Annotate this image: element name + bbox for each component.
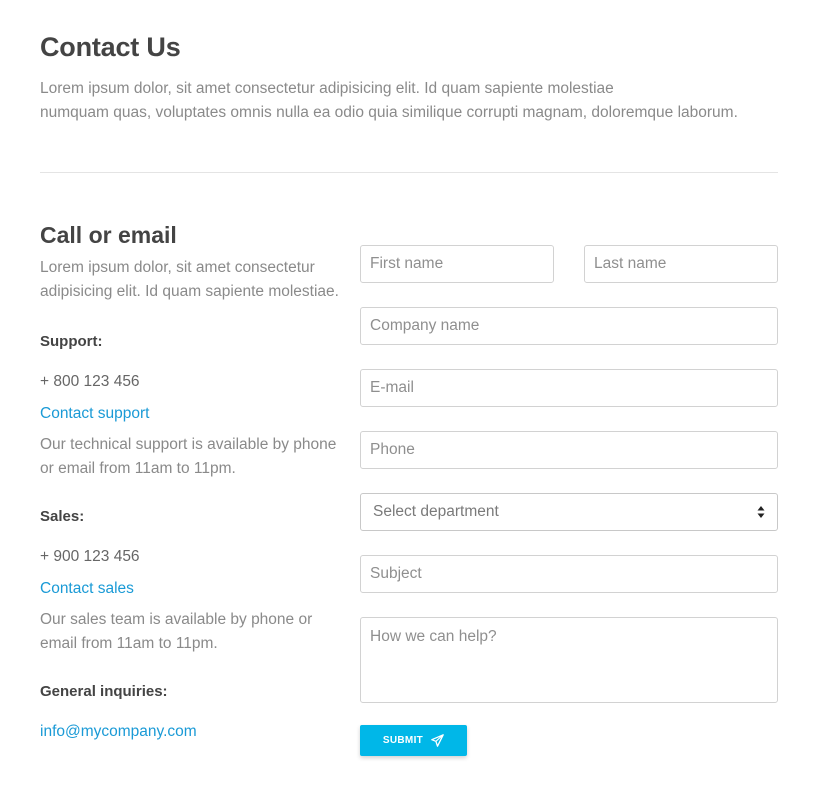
department-select-value: Select department	[373, 503, 499, 520]
company-name-input[interactable]	[360, 307, 778, 345]
department-select[interactable]: Select department	[360, 493, 778, 531]
submit-label: SUBMIT	[382, 735, 424, 746]
name-row	[360, 245, 778, 283]
support-note: Our technical support is available by ph…	[40, 436, 337, 477]
first-name-input[interactable]	[360, 245, 554, 283]
section-divider	[40, 172, 778, 173]
select-arrows-icon	[757, 506, 765, 518]
page-intro: Lorem ipsum dolor, sit amet consectetur …	[40, 77, 780, 125]
paper-plane-icon	[431, 734, 444, 747]
sales-label: Sales:	[40, 508, 85, 525]
sales-phone: + 900 123 456	[40, 548, 140, 565]
page-title: Contact Us	[40, 32, 181, 62]
subject-input[interactable]	[360, 555, 778, 593]
contact-sales-link[interactable]: Contact sales	[40, 578, 134, 600]
last-name-input[interactable]	[584, 245, 778, 283]
submit-button[interactable]: SUBMIT	[360, 725, 467, 756]
support-label: Support:	[40, 333, 103, 350]
contact-form: Select department SUBMIT	[360, 245, 778, 756]
phone-input[interactable]	[360, 431, 778, 469]
contact-support-link[interactable]: Contact support	[40, 403, 149, 425]
contact-description: Lorem ipsum dolor, sit amet consectetur …	[40, 259, 339, 300]
sales-note: Our sales team is available by phone or …	[40, 611, 313, 652]
contact-section-title: Call or email	[40, 222, 177, 248]
intro-line-2: numquam quas, voluptates omnis nulla ea …	[40, 104, 738, 121]
intro-line-1: Lorem ipsum dolor, sit amet consectetur …	[40, 80, 614, 97]
general-email-link[interactable]: info@mycompany.com	[40, 721, 197, 743]
message-textarea[interactable]	[360, 617, 778, 703]
support-phone: + 800 123 456	[40, 373, 140, 390]
general-inquiries-label: General inquiries:	[40, 683, 168, 700]
email-input[interactable]	[360, 369, 778, 407]
contact-info: Call or email Lorem ipsum dolor, sit ame…	[40, 218, 340, 743]
